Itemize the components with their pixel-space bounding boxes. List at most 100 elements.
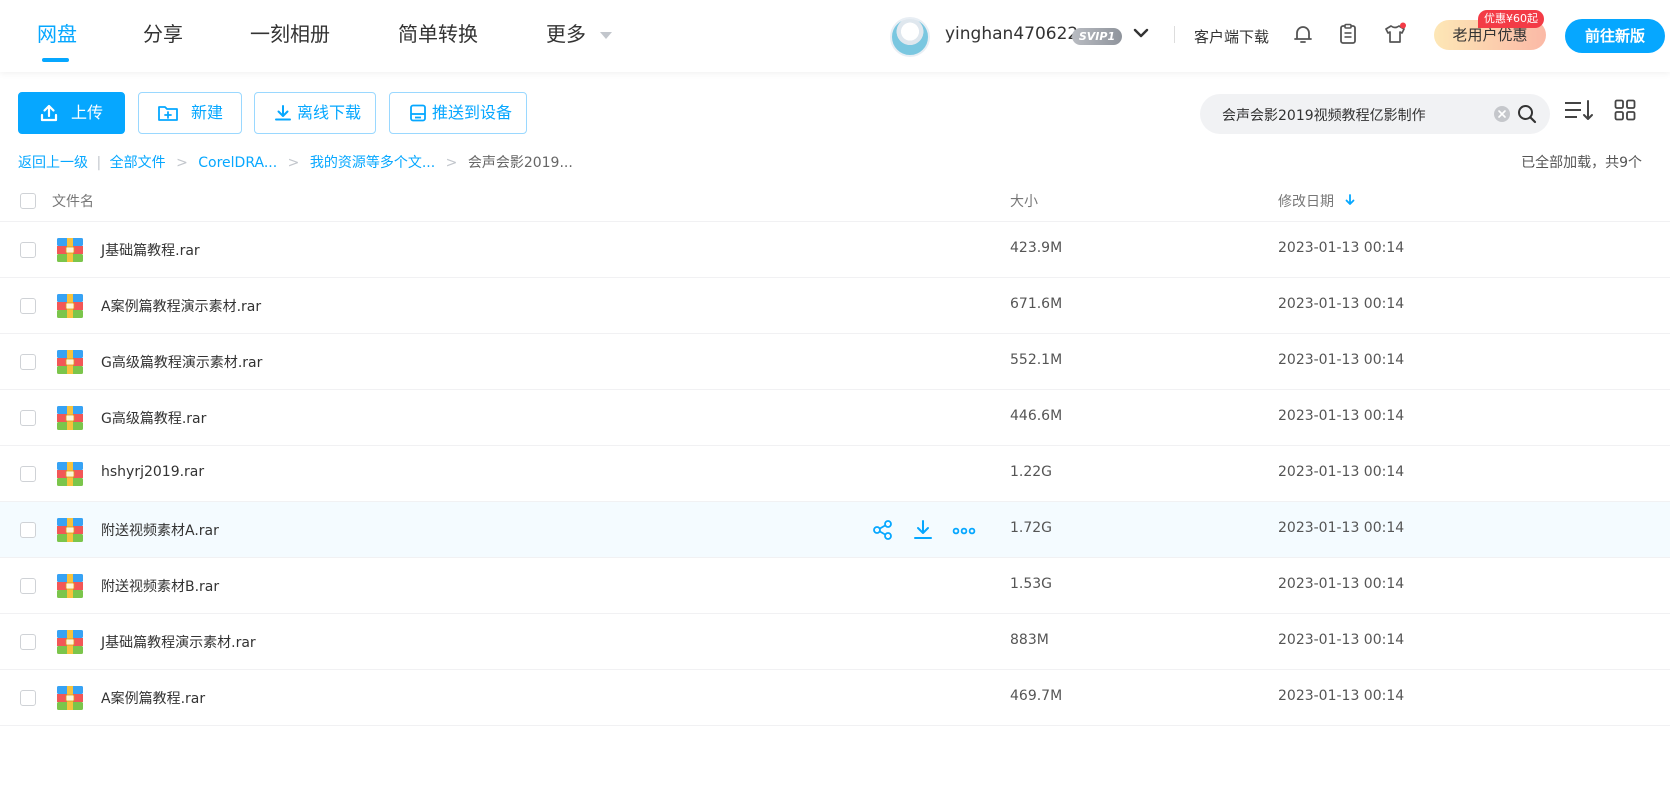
file-name[interactable]: J基础篇教程.rar: [101, 240, 200, 260]
row-checkbox[interactable]: [20, 578, 36, 594]
new-version-button[interactable]: 前往新版: [1565, 19, 1665, 53]
table-row[interactable]: A案例篇教程.rar 469.7M 2023-01-13 00:14: [0, 670, 1670, 726]
sort-icon[interactable]: [1563, 98, 1595, 124]
search-icon[interactable]: [1516, 103, 1538, 125]
file-name[interactable]: A案例篇教程.rar: [101, 688, 205, 708]
rar-archive-icon: [57, 238, 83, 262]
sort-desc-icon[interactable]: [1344, 193, 1356, 207]
upload-icon: [40, 104, 58, 122]
grid-view-icon[interactable]: [1613, 98, 1637, 122]
file-name[interactable]: hshyrj2019.rar: [101, 464, 204, 480]
row-checkbox[interactable]: [20, 298, 36, 314]
row-checkbox[interactable]: [20, 410, 36, 426]
row-checkbox[interactable]: [20, 242, 36, 258]
push-to-device-button[interactable]: 推送到设备: [389, 92, 527, 134]
offline-download-button[interactable]: 离线下载: [254, 92, 376, 134]
select-all-checkbox[interactable]: [20, 193, 36, 209]
file-name[interactable]: G高级篇教程.rar: [101, 408, 206, 428]
row-checkbox[interactable]: [20, 634, 36, 650]
file-name[interactable]: A案例篇教程演示素材.rar: [101, 296, 261, 316]
file-date: 2023-01-13 00:14: [1278, 688, 1405, 704]
file-name[interactable]: 附送视频素材A.rar: [101, 520, 219, 540]
push-to-device-label: 推送到设备: [432, 103, 513, 122]
rar-archive-icon: [57, 294, 83, 318]
nav-tab-convert[interactable]: 简单转换: [398, 21, 478, 47]
nav-divider: [1174, 26, 1175, 43]
folder-plus-icon: [158, 106, 178, 121]
caret-down-icon[interactable]: [600, 32, 612, 39]
breadcrumb-my-resources[interactable]: 我的资源等多个文...: [310, 155, 435, 171]
table-row[interactable]: G高级篇教程.rar 446.6M 2023-01-13 00:14: [0, 390, 1670, 446]
file-size: 423.9M: [1010, 240, 1063, 256]
file-name[interactable]: G高级篇教程演示素材.rar: [101, 352, 262, 372]
rar-archive-icon: [57, 630, 83, 654]
breadcrumb-separator: >: [287, 155, 300, 171]
file-size: 883M: [1010, 632, 1049, 648]
file-size: 1.22G: [1010, 464, 1053, 480]
table-row[interactable]: J基础篇教程.rar 423.9M 2023-01-13 00:14: [0, 222, 1670, 278]
nav-tab-album[interactable]: 一刻相册: [250, 21, 330, 47]
avatar[interactable]: [890, 17, 930, 57]
breadcrumb-separator: >: [176, 155, 188, 171]
bell-icon[interactable]: [1291, 22, 1315, 46]
row-checkbox[interactable]: [20, 690, 36, 706]
load-status: 已全部加载，共9个: [1521, 155, 1642, 171]
rar-archive-icon: [57, 406, 83, 430]
breadcrumb-divider: |: [96, 155, 102, 171]
clipboard-icon[interactable]: [1336, 22, 1360, 46]
upload-button[interactable]: 上传: [18, 92, 125, 134]
file-size: 671.6M: [1010, 296, 1063, 312]
breadcrumb-all-files[interactable]: 全部文件: [110, 155, 166, 171]
username[interactable]: yinghan470622: [945, 24, 1078, 44]
nav-tab-more[interactable]: 更多: [546, 21, 586, 47]
table-row[interactable]: hshyrj2019.rar 1.22G 2023-01-13 00:14: [0, 446, 1670, 502]
table-row[interactable]: 附送视频素材A.rar 1.72G 2023-01-13 00:14: [0, 502, 1670, 558]
table-row[interactable]: G高级篇教程演示素材.rar 552.1M 2023-01-13 00:14: [0, 334, 1670, 390]
file-date: 2023-01-13 00:14: [1278, 464, 1405, 480]
file-date: 2023-01-13 00:14: [1278, 296, 1405, 312]
download-icon[interactable]: [912, 519, 934, 541]
file-date: 2023-01-13 00:14: [1278, 520, 1405, 536]
file-list: J基础篇教程.rar 423.9M 2023-01-13 00:14 A案例篇教…: [0, 222, 1670, 726]
chevron-down-icon[interactable]: [1132, 24, 1150, 42]
row-checkbox[interactable]: [20, 466, 36, 482]
more-icon[interactable]: [952, 519, 976, 541]
file-date: 2023-01-13 00:14: [1278, 408, 1405, 424]
file-date: 2023-01-13 00:14: [1278, 352, 1405, 368]
file-size: 1.72G: [1010, 520, 1053, 536]
search-value[interactable]: 会声会影2019视频教程亿影制作: [1222, 105, 1426, 125]
rar-archive-icon: [57, 574, 83, 598]
back-link[interactable]: 返回上一级: [18, 155, 88, 171]
file-size: 446.6M: [1010, 408, 1063, 424]
tshirt-icon[interactable]: [1383, 22, 1407, 46]
breadcrumb: 返回上一级 | 全部文件 > CorelDRA... > 我的资源等多个文...…: [18, 152, 573, 172]
nav-tab-share[interactable]: 分享: [143, 21, 183, 47]
breadcrumb-coreldraw[interactable]: CorelDRA...: [198, 155, 277, 171]
file-size: 1.53G: [1010, 576, 1053, 592]
file-date: 2023-01-13 00:14: [1278, 576, 1405, 592]
top-navigation: 网盘 分享 一刻相册 简单转换 更多 yinghan470622 SVIP1 客…: [0, 0, 1670, 72]
row-checkbox[interactable]: [20, 354, 36, 370]
table-row[interactable]: A案例篇教程演示素材.rar 671.6M 2023-01-13 00:14: [0, 278, 1670, 334]
column-size-header[interactable]: 大小: [1010, 191, 1038, 211]
breadcrumb-separator: >: [445, 155, 458, 171]
new-button[interactable]: 新建: [138, 92, 242, 134]
share-icon[interactable]: [872, 519, 894, 541]
column-name-header[interactable]: 文件名: [52, 191, 94, 211]
vip-badge[interactable]: SVIP1: [1072, 28, 1122, 45]
file-name[interactable]: 附送视频素材B.rar: [101, 576, 219, 596]
active-tab-indicator: [42, 58, 69, 62]
search-input[interactable]: 会声会影2019视频教程亿影制作: [1200, 94, 1550, 134]
offline-download-label: 离线下载: [297, 103, 362, 122]
file-name[interactable]: J基础篇教程演示素材.rar: [101, 632, 256, 652]
column-date-header[interactable]: 修改日期: [1278, 191, 1334, 211]
table-row[interactable]: 附送视频素材B.rar 1.53G 2023-01-13 00:14: [0, 558, 1670, 614]
row-checkbox[interactable]: [20, 522, 36, 538]
file-date: 2023-01-13 00:14: [1278, 632, 1405, 648]
upload-label: 上传: [71, 103, 104, 122]
nav-tab-netdisk[interactable]: 网盘: [37, 21, 77, 47]
file-size: 552.1M: [1010, 352, 1063, 368]
client-download-link[interactable]: 客户端下载: [1194, 26, 1269, 47]
clear-icon[interactable]: [1494, 106, 1510, 122]
table-row[interactable]: J基础篇教程演示素材.rar 883M 2023-01-13 00:14: [0, 614, 1670, 670]
